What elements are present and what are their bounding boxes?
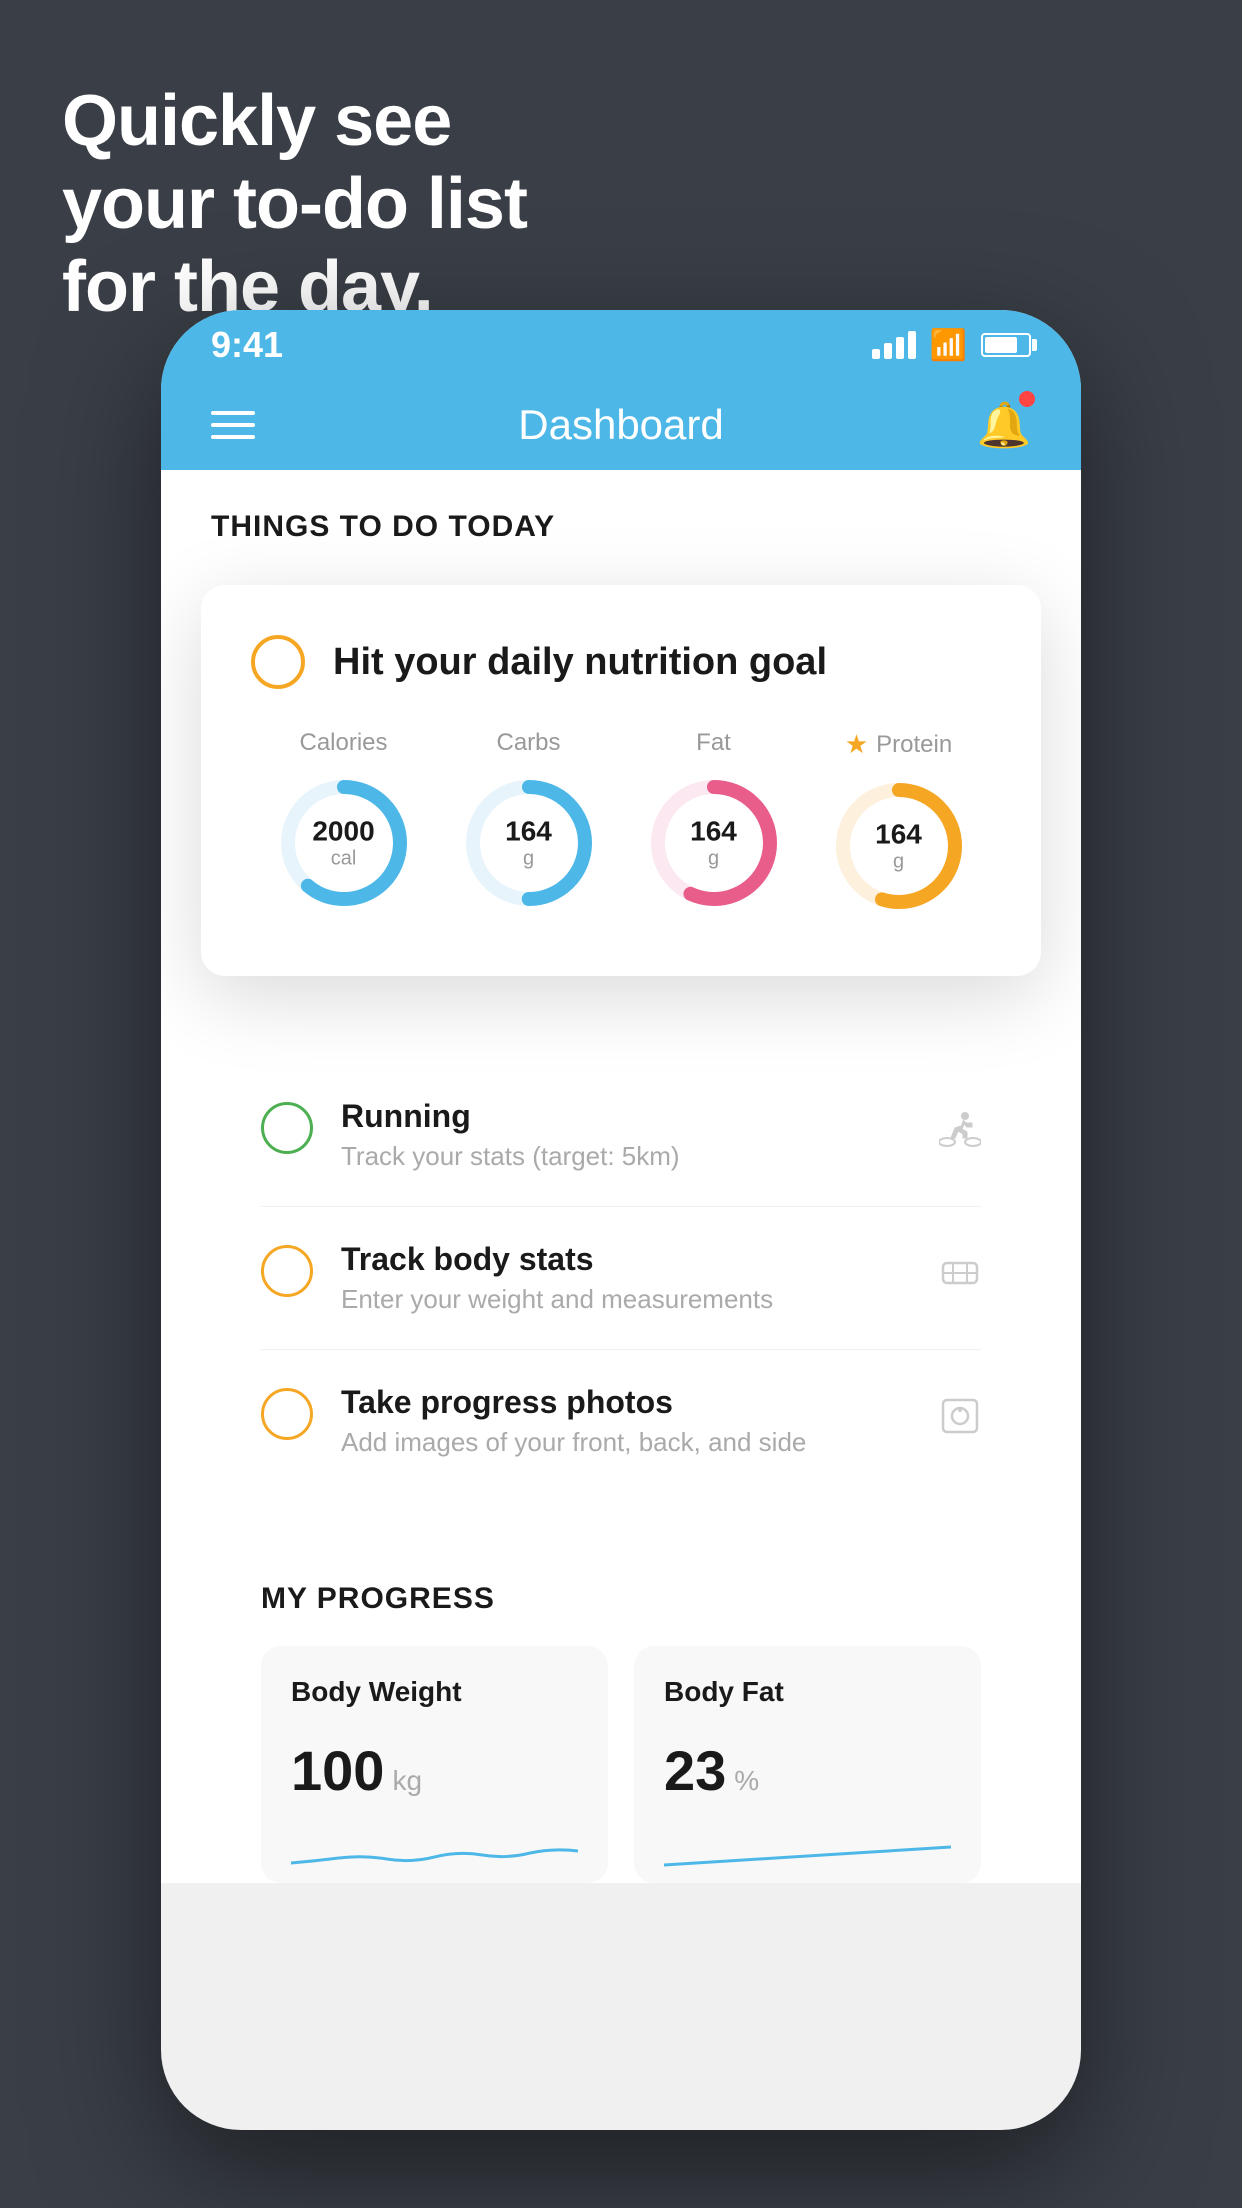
photos-check-circle[interactable] bbox=[261, 1388, 313, 1440]
fat-unit: g bbox=[690, 847, 737, 869]
body-weight-title: Body Weight bbox=[291, 1676, 578, 1708]
notification-dot bbox=[1019, 391, 1035, 407]
nutrition-carbs: Carbs 164 g bbox=[459, 729, 599, 916]
bell-icon: 🔔 bbox=[977, 399, 1032, 451]
carbs-label: Carbs bbox=[496, 729, 560, 757]
todo-item-body-stats[interactable]: Track body stats Enter your weight and m… bbox=[261, 1207, 981, 1350]
running-title: Running bbox=[341, 1098, 981, 1135]
body-weight-value: 100 bbox=[291, 1738, 384, 1803]
todo-list: Running Track your stats (target: 5km) bbox=[211, 1064, 1031, 1492]
todo-item-running[interactable]: Running Track your stats (target: 5km) bbox=[261, 1064, 981, 1207]
body-stats-icon bbox=[939, 1255, 981, 1301]
body-stats-subtitle: Enter your weight and measurements bbox=[341, 1284, 981, 1315]
photos-icon bbox=[939, 1396, 981, 1446]
photos-title: Take progress photos bbox=[341, 1384, 981, 1421]
fat-donut: 164 g bbox=[644, 773, 784, 913]
photos-subtitle: Add images of your front, back, and side bbox=[341, 1427, 981, 1458]
app-content: THINGS TO DO TODAY Hit your daily nutrit… bbox=[161, 470, 1081, 1883]
body-fat-title: Body Fat bbox=[664, 1676, 951, 1708]
fat-value: 164 bbox=[690, 817, 737, 848]
hero-text: Quickly see your to-do list for the day. bbox=[62, 80, 527, 328]
protein-unit: g bbox=[875, 850, 922, 872]
body-stats-check-circle[interactable] bbox=[261, 1245, 313, 1297]
progress-cards: Body Weight 100 kg Body Fat 23 bbox=[261, 1646, 981, 1883]
body-stats-text: Track body stats Enter your weight and m… bbox=[341, 1241, 981, 1315]
fat-label: Fat bbox=[696, 729, 731, 757]
carbs-value: 164 bbox=[505, 817, 552, 848]
status-bar: 9:41 📶 bbox=[161, 310, 1081, 380]
running-check-circle[interactable] bbox=[261, 1102, 313, 1154]
todo-item-photos[interactable]: Take progress photos Add images of your … bbox=[261, 1350, 981, 1492]
carbs-unit: g bbox=[505, 847, 552, 869]
wifi-icon: 📶 bbox=[930, 328, 967, 363]
body-fat-value: 23 bbox=[664, 1738, 726, 1803]
nutrition-check-circle[interactable] bbox=[251, 635, 305, 689]
protein-value: 164 bbox=[875, 820, 922, 851]
calories-unit: cal bbox=[312, 847, 374, 869]
nutrition-protein: ★ Protein 164 g bbox=[829, 729, 969, 916]
calories-donut: 2000 cal bbox=[274, 773, 414, 913]
app-title: Dashboard bbox=[518, 401, 723, 449]
nutrition-card[interactable]: Hit your daily nutrition goal Calories 2… bbox=[201, 585, 1041, 976]
photos-text: Take progress photos Add images of your … bbox=[341, 1384, 981, 1458]
running-icon bbox=[939, 1112, 981, 1158]
body-weight-value-row: 100 kg bbox=[291, 1738, 578, 1803]
app-header: Dashboard 🔔 bbox=[161, 380, 1081, 470]
phone-frame: 9:41 📶 Dashboard 🔔 THINGS bbox=[161, 310, 1081, 2130]
card-header: Hit your daily nutrition goal bbox=[251, 635, 991, 689]
calories-label: Calories bbox=[299, 729, 387, 757]
running-subtitle: Track your stats (target: 5km) bbox=[341, 1141, 981, 1172]
status-time: 9:41 bbox=[211, 324, 283, 366]
progress-section: MY PROGRESS Body Weight 100 kg bbox=[211, 1532, 1031, 1883]
body-fat-sparkline bbox=[664, 1823, 951, 1883]
protein-label: ★ Protein bbox=[845, 729, 952, 760]
nutrition-card-title: Hit your daily nutrition goal bbox=[333, 641, 827, 684]
status-icons: 📶 bbox=[872, 328, 1031, 363]
body-weight-card[interactable]: Body Weight 100 kg bbox=[261, 1646, 608, 1883]
signal-icon bbox=[872, 331, 916, 359]
battery-icon bbox=[981, 333, 1031, 357]
nutrition-calories: Calories 2000 cal bbox=[274, 729, 414, 916]
body-fat-unit: % bbox=[734, 1765, 759, 1797]
body-stats-title: Track body stats bbox=[341, 1241, 981, 1278]
things-section-title: THINGS TO DO TODAY bbox=[211, 510, 1031, 544]
star-icon: ★ bbox=[845, 729, 868, 760]
body-fat-value-row: 23 % bbox=[664, 1738, 951, 1803]
body-fat-card[interactable]: Body Fat 23 % bbox=[634, 1646, 981, 1883]
calories-value: 2000 bbox=[312, 817, 374, 848]
protein-donut: 164 g bbox=[829, 776, 969, 916]
progress-section-title: MY PROGRESS bbox=[261, 1582, 981, 1616]
nutrition-grid: Calories 2000 cal Carbs bbox=[251, 729, 991, 916]
nutrition-fat: Fat 164 g bbox=[644, 729, 784, 916]
body-weight-sparkline bbox=[291, 1823, 578, 1883]
running-text: Running Track your stats (target: 5km) bbox=[341, 1098, 981, 1172]
carbs-donut: 164 g bbox=[459, 773, 599, 913]
notification-button[interactable]: 🔔 bbox=[977, 395, 1031, 455]
hamburger-button[interactable] bbox=[211, 411, 255, 439]
body-weight-unit: kg bbox=[392, 1765, 422, 1797]
